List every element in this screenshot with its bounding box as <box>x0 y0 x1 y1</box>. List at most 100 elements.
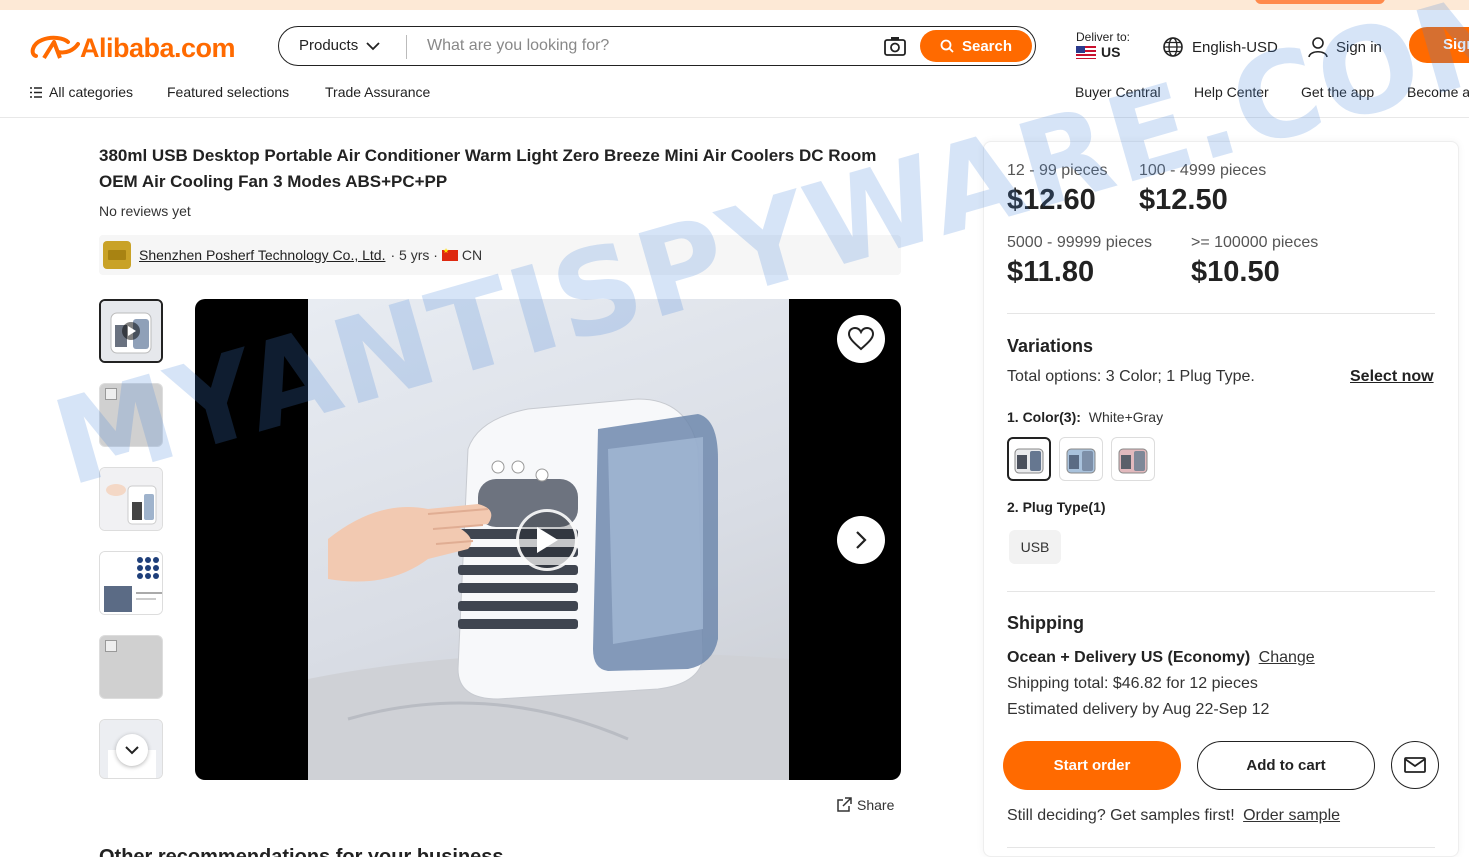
thumbnail-image-5[interactable] <box>99 635 163 699</box>
promo-strip <box>0 0 1469 10</box>
alibaba-logo[interactable]: Alibaba.com <box>28 32 236 64</box>
tier-price: $12.50 <box>1139 184 1228 216</box>
nav-all-categories-label: All categories <box>49 84 134 100</box>
plug-type-label: 2. Plug Type(1) <box>1007 499 1106 515</box>
divider <box>1007 591 1435 592</box>
mail-icon <box>1404 757 1426 773</box>
shipping-change-link[interactable]: Change <box>1259 649 1315 666</box>
order-sample-link[interactable]: Order sample <box>1243 807 1340 824</box>
shipping-method: Ocean + Delivery US (Economy) <box>1007 649 1251 666</box>
tier-price: $12.60 <box>1007 184 1096 216</box>
search-button[interactable]: Search <box>920 30 1032 62</box>
search-bar: Products What are you looking for? Searc… <box>278 26 1036 66</box>
heart-icon <box>848 327 874 351</box>
us-flag-icon <box>1076 46 1096 59</box>
divider <box>1007 313 1435 314</box>
color-swatch-pink[interactable] <box>1111 437 1155 481</box>
variations-total-value: 3 Color; 1 Plug Type. <box>1105 368 1255 385</box>
thumbnail-image-3[interactable] <box>99 467 163 531</box>
start-order-button[interactable]: Start order <box>1003 741 1181 790</box>
logo-text: Alibaba.com <box>80 32 236 63</box>
thumbnail-scroll-down[interactable] <box>116 734 148 766</box>
china-flag-icon <box>441 247 458 261</box>
nav-all-categories[interactable]: All categories <box>30 84 133 100</box>
select-now-link[interactable]: Select now <box>1350 368 1434 386</box>
price-tier-3: 5000 - 99999 pieces $11.80 <box>1007 234 1152 289</box>
nav-become-supplier[interactable]: Become a supplier <box>1407 84 1469 100</box>
color-swatch-image <box>1118 448 1148 474</box>
supplier-bar: Shenzhen Posherf Technology Co., Ltd. · … <box>99 235 901 275</box>
price-tier-2: 100 - 4999 pieces $12.50 <box>1139 162 1266 217</box>
delivery-estimate: Estimated delivery by Aug 22-Sep 12 <box>1007 701 1270 718</box>
share-label: Share <box>857 797 895 813</box>
contact-supplier-button[interactable] <box>1391 741 1439 789</box>
variations-total-label: Total options: <box>1007 368 1102 385</box>
sign-up-button[interactable]: Sign up <box>1409 27 1469 63</box>
product-thumb-image <box>101 301 161 361</box>
nav-get-the-app[interactable]: Get the app <box>1301 84 1374 100</box>
variations-heading: Variations <box>1007 336 1094 356</box>
color-swatch-image <box>1066 448 1096 474</box>
search-divider <box>406 35 407 59</box>
share-icon <box>837 797 852 812</box>
samples-text: Still deciding? Get samples first! <box>1007 807 1235 824</box>
product-thumb-image <box>100 552 162 614</box>
sign-up-label: Sign up <box>1443 36 1469 53</box>
search-category-select[interactable]: Products <box>299 37 380 54</box>
play-video-button[interactable] <box>516 509 578 571</box>
shipping-heading: Shipping <box>1007 613 1084 633</box>
shipping-total: Shipping total: $46.82 for 12 pieces <box>1007 675 1258 692</box>
recommendations-heading: Other recommendations for your business <box>99 846 504 857</box>
language-selector[interactable]: English-USD <box>1162 36 1278 58</box>
supplier-country: CN <box>461 247 483 263</box>
broken-image-icon <box>105 388 117 400</box>
tier-price: $11.80 <box>1007 256 1095 288</box>
color-selected-value: White+Gray <box>1088 409 1164 425</box>
price-tier-1: 12 - 99 pieces $12.60 <box>1007 162 1108 217</box>
search-icon <box>940 39 954 53</box>
supplier-logo[interactable] <box>103 241 131 269</box>
tier-quantity: 100 - 4999 pieces <box>1139 162 1267 179</box>
search-input[interactable]: What are you looking for? <box>427 37 609 55</box>
tier-quantity: 12 - 99 pieces <box>1007 162 1108 179</box>
next-media-button[interactable] <box>837 516 885 564</box>
variations-total: Total options: 3 Color; 1 Plug Type. <box>1007 368 1255 386</box>
thumbnail-video[interactable] <box>99 299 163 363</box>
tier-price: $10.50 <box>1191 256 1280 288</box>
color-swatch-image <box>1014 448 1044 474</box>
globe-icon <box>1163 37 1183 57</box>
favorite-button[interactable] <box>837 315 885 363</box>
menu-icon <box>30 86 42 98</box>
supplier-name-link[interactable]: Shenzhen Posherf Technology Co., Ltd. <box>139 247 385 263</box>
search-button-label: Search <box>961 37 1013 55</box>
add-to-cart-button[interactable]: Add to cart <box>1197 741 1375 790</box>
share-button[interactable]: Share <box>836 797 894 813</box>
deliver-to[interactable]: Deliver to: US <box>1076 30 1130 60</box>
chevron-down-icon <box>125 745 139 754</box>
search-category-label: Products <box>299 37 359 54</box>
thumbnail-image-6[interactable] <box>99 719 163 779</box>
color-swatch-white-gray[interactable] <box>1007 437 1051 481</box>
sign-in-link[interactable]: Sign in <box>1308 36 1382 58</box>
deliver-country: US <box>1101 44 1121 60</box>
promo-button[interactable] <box>1255 0 1385 4</box>
tier-quantity: 5000 - 99999 pieces <box>1007 234 1152 251</box>
alibaba-logo-icon <box>30 35 80 60</box>
divider <box>1007 847 1435 848</box>
tier-quantity: >= 100000 pieces <box>1191 234 1319 251</box>
user-icon <box>1308 37 1328 58</box>
nav-trade-assurance[interactable]: Trade Assurance <box>325 84 430 100</box>
color-label: 1. Color(3): <box>1007 409 1081 425</box>
nav-buyer-central[interactable]: Buyer Central <box>1075 84 1161 100</box>
product-thumb-image <box>100 468 162 530</box>
thumbnail-image-2[interactable] <box>99 383 163 447</box>
language-label: English-USD <box>1192 38 1278 56</box>
plug-option-usb[interactable]: USB <box>1009 530 1061 564</box>
sign-in-label: Sign in <box>1336 38 1382 56</box>
thumbnail-image-4[interactable] <box>99 551 163 615</box>
nav-help-center[interactable]: Help Center <box>1194 84 1269 100</box>
image-search-icon[interactable] <box>883 35 907 59</box>
nav-featured-selections[interactable]: Featured selections <box>167 84 289 100</box>
color-swatch-blue[interactable] <box>1059 437 1103 481</box>
samples-row: Still deciding? Get samples first! Order… <box>1007 807 1340 825</box>
